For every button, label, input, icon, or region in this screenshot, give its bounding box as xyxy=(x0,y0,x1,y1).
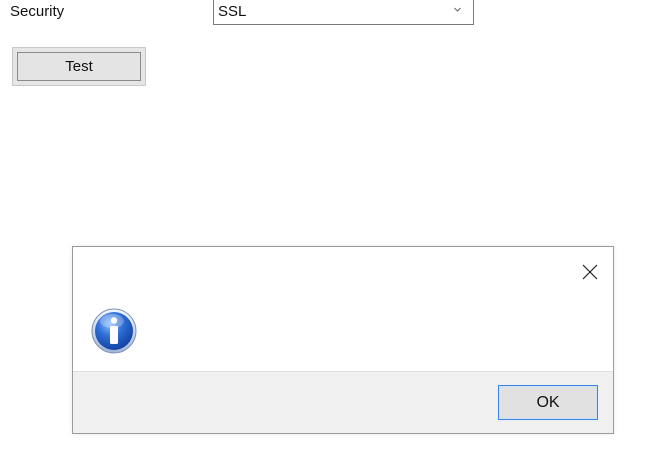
chevron-down-icon xyxy=(454,7,461,12)
app-window: Security SSL Test OK xyxy=(0,0,671,452)
test-button-label: Test xyxy=(17,52,141,81)
security-select-value: SSL xyxy=(218,3,247,20)
test-button[interactable]: Test xyxy=(12,47,146,86)
security-label: Security xyxy=(10,3,65,20)
security-select[interactable]: SSL xyxy=(213,0,474,25)
ok-button[interactable]: OK xyxy=(498,385,598,420)
dialog-footer: OK xyxy=(73,371,613,433)
message-dialog: OK xyxy=(72,246,614,434)
close-icon[interactable] xyxy=(581,263,599,281)
info-icon xyxy=(91,308,137,354)
